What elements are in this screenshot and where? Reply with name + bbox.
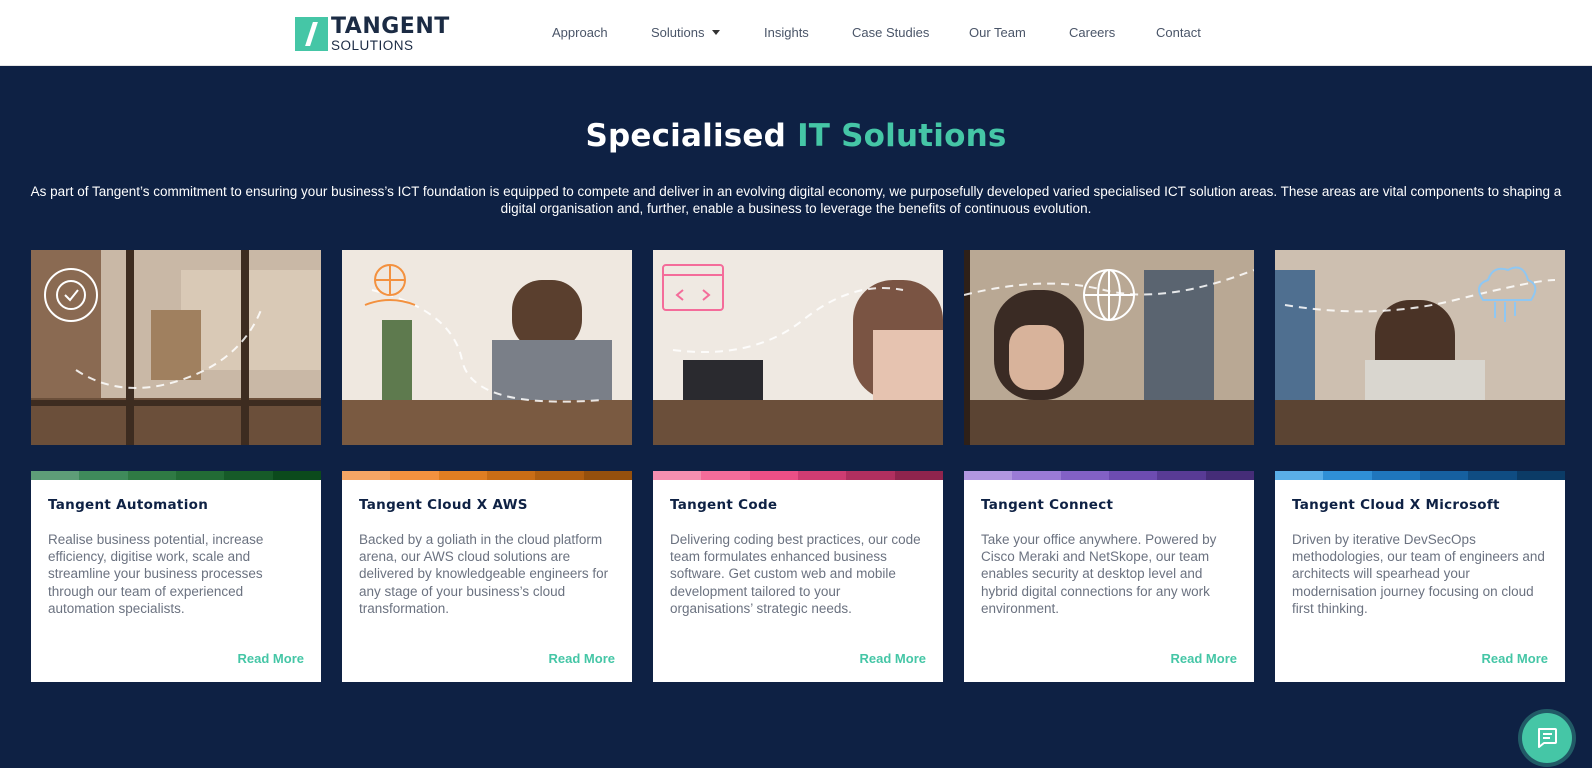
section-intro: As part of Tangent’s commitment to ensur… bbox=[30, 184, 1562, 216]
strip-segment bbox=[535, 471, 584, 480]
strip-segment bbox=[272, 471, 321, 480]
strip-segment bbox=[438, 471, 487, 480]
nav-contact[interactable]: Contact bbox=[1156, 25, 1201, 40]
nav-solutions[interactable]: Solutions bbox=[651, 25, 721, 40]
strip-segment bbox=[1275, 471, 1324, 480]
logo-mark-icon bbox=[295, 17, 328, 52]
card-description: Realise business potential, increase eff… bbox=[48, 532, 264, 616]
strip-segment bbox=[1516, 471, 1565, 480]
nav-insights[interactable]: Insights bbox=[764, 25, 809, 40]
read-more-link[interactable]: Read More bbox=[1482, 651, 1548, 666]
strip-segment bbox=[1108, 471, 1158, 480]
section-title-plain: Specialised bbox=[585, 118, 787, 154]
read-more-link[interactable]: Read More bbox=[238, 651, 304, 666]
card-description: Backed by a goliath in the cloud platfor… bbox=[359, 532, 609, 616]
card-photo bbox=[1275, 250, 1565, 445]
card-color-strip bbox=[1275, 471, 1565, 480]
card-title: Tangent Automation bbox=[48, 497, 209, 513]
card-photo bbox=[964, 250, 1254, 445]
strip-segment bbox=[175, 471, 225, 480]
logo-name-top: TANGENT bbox=[331, 14, 450, 39]
section-title: Specialised IT Solutions bbox=[0, 118, 1592, 154]
strip-segment bbox=[894, 471, 943, 480]
strip-segment bbox=[390, 471, 439, 480]
card-description: Take your office anywhere. Powered by Ci… bbox=[981, 532, 1217, 616]
chat-widget-button[interactable] bbox=[1522, 713, 1572, 763]
strip-segment bbox=[1468, 471, 1517, 480]
logo-text: TANGENT SOLUTIONS bbox=[331, 16, 450, 53]
card-color-strip bbox=[31, 471, 321, 480]
strip-segment bbox=[1419, 471, 1469, 480]
strip-segment bbox=[1205, 471, 1254, 480]
card-body: Tangent Automation Realise business pote… bbox=[31, 480, 321, 682]
card-body: Tangent Cloud X AWS Backed by a goliath … bbox=[342, 480, 632, 682]
logo[interactable]: TANGENT SOLUTIONS bbox=[295, 16, 450, 53]
card-color-strip bbox=[653, 471, 943, 480]
read-more-link[interactable]: Read More bbox=[549, 651, 615, 666]
chevron-down-icon bbox=[712, 30, 721, 35]
site-header: TANGENT SOLUTIONS Approach Solutions Ins… bbox=[0, 0, 1592, 66]
strip-segment bbox=[701, 471, 750, 480]
chat-icon bbox=[1538, 728, 1557, 748]
card-color-strip bbox=[342, 471, 632, 480]
strip-segment bbox=[127, 471, 176, 480]
nav-careers[interactable]: Careers bbox=[1069, 25, 1115, 40]
card-color-strip bbox=[964, 471, 1254, 480]
card-description: Delivering coding best practices, our co… bbox=[670, 532, 921, 616]
strip-segment bbox=[342, 471, 391, 480]
read-more-link[interactable]: Read More bbox=[860, 651, 926, 666]
strip-segment bbox=[1323, 471, 1372, 480]
strip-segment bbox=[846, 471, 895, 480]
card-body: Tangent Connect Take your office anywher… bbox=[964, 480, 1254, 682]
section-title-accent: IT Solutions bbox=[797, 118, 1007, 154]
card-photo bbox=[31, 250, 321, 445]
card-photo bbox=[342, 250, 632, 445]
strip-segment bbox=[224, 471, 273, 480]
card-body: Tangent Cloud X Microsoft Driven by iter… bbox=[1275, 480, 1565, 682]
card-title: Tangent Code bbox=[670, 497, 778, 513]
read-more-link[interactable]: Read More bbox=[1171, 651, 1237, 666]
strip-segment bbox=[749, 471, 798, 480]
nav-case-studies[interactable]: Case Studies bbox=[852, 25, 929, 40]
card-title: Tangent Cloud X Microsoft bbox=[1292, 497, 1500, 513]
strip-segment bbox=[486, 471, 536, 480]
nav-our-team[interactable]: Our Team bbox=[969, 25, 1026, 40]
strip-segment bbox=[1012, 471, 1061, 480]
strip-segment bbox=[79, 471, 128, 480]
strip-segment bbox=[964, 471, 1013, 480]
strip-segment bbox=[31, 471, 80, 480]
strip-segment bbox=[1060, 471, 1109, 480]
strip-segment bbox=[583, 471, 632, 480]
card-title: Tangent Cloud X AWS bbox=[359, 497, 528, 513]
nav-solutions-label: Solutions bbox=[651, 25, 705, 40]
card-photo bbox=[653, 250, 943, 445]
nav-approach[interactable]: Approach bbox=[552, 25, 608, 40]
logo-name-bottom: SOLUTIONS bbox=[331, 38, 414, 53]
strip-segment bbox=[653, 471, 702, 480]
strip-segment bbox=[1157, 471, 1206, 480]
network-globe-icon bbox=[1083, 269, 1135, 321]
strip-segment bbox=[797, 471, 847, 480]
strip-segment bbox=[1371, 471, 1420, 480]
card-body: Tangent Code Delivering coding best prac… bbox=[653, 480, 943, 682]
card-description: Driven by iterative DevSecOps methodolog… bbox=[1292, 532, 1545, 616]
card-title: Tangent Connect bbox=[981, 497, 1114, 513]
